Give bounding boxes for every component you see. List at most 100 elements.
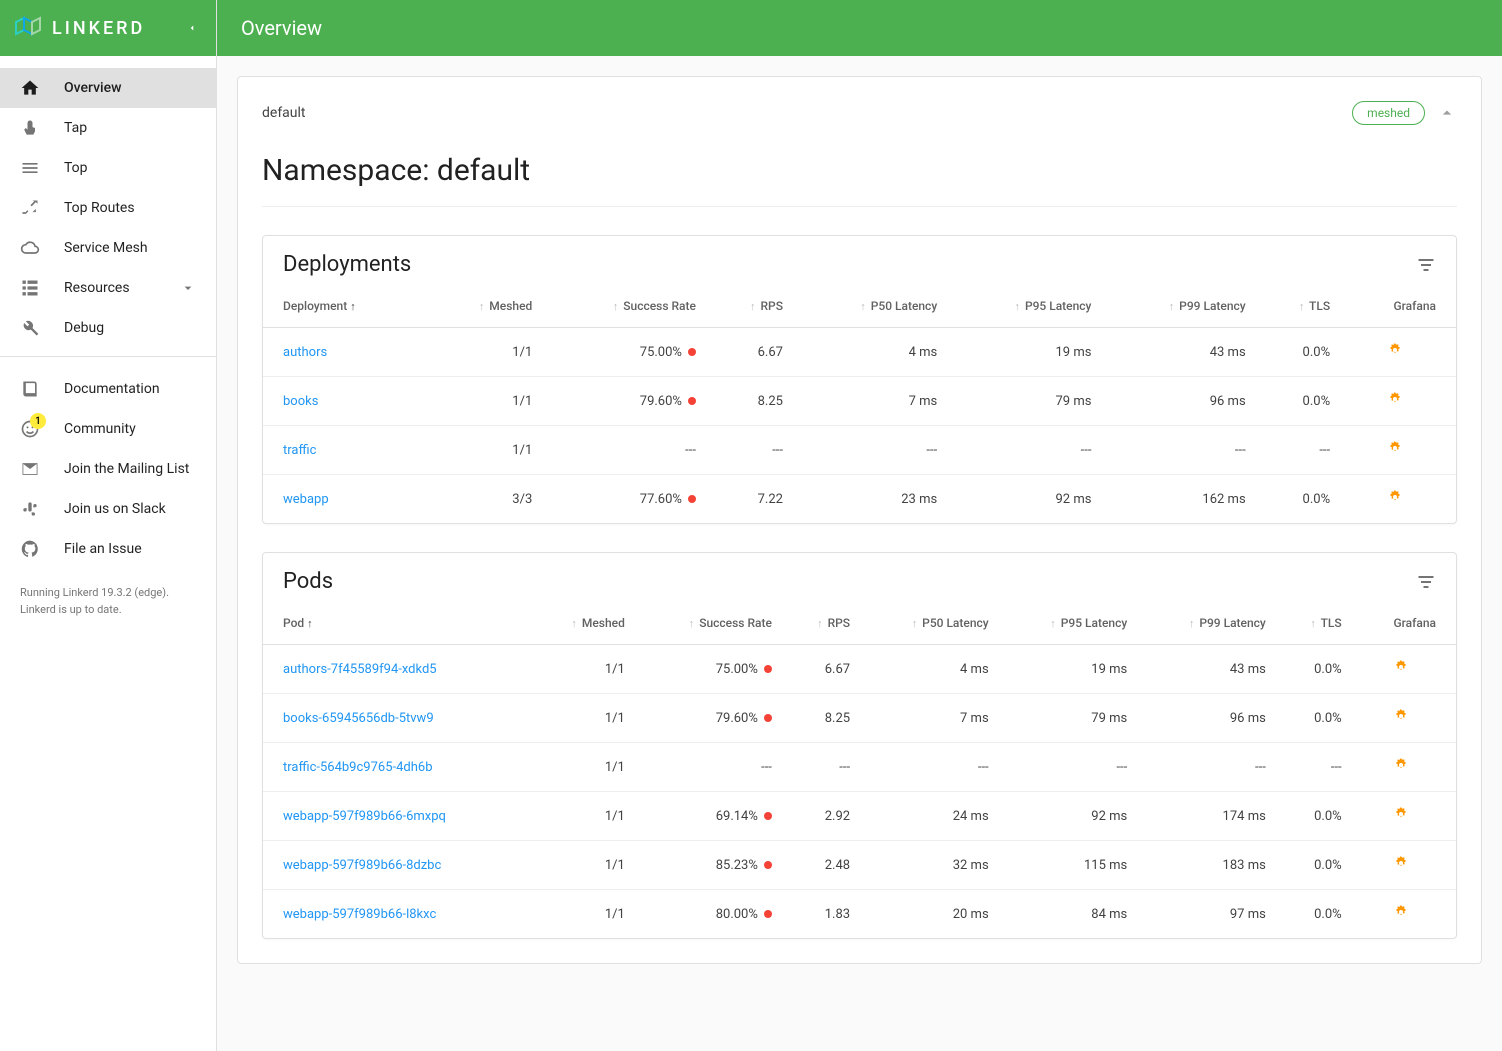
resource-link[interactable]: traffic: [283, 443, 316, 458]
pods-title: Pods: [283, 569, 1416, 594]
nav-item-overview[interactable]: Overview: [0, 68, 216, 108]
deployments-title: Deployments: [283, 252, 1416, 277]
grafana-icon[interactable]: [1393, 904, 1409, 920]
status-dot-icon: [764, 665, 772, 673]
nav-item-resources[interactable]: Resources: [0, 268, 216, 308]
resource-link[interactable]: authors-7f45589f94-xdkd5: [283, 662, 437, 677]
nav-label: Tap: [64, 120, 87, 136]
namespace-panel: default meshed Namespace: default Deploy…: [237, 76, 1482, 964]
status-dot-icon: [764, 910, 772, 918]
column-header[interactable]: ↑ Meshed: [531, 602, 637, 645]
chevron-down-icon: [180, 280, 196, 296]
filter-button[interactable]: [1416, 572, 1436, 592]
resource-link[interactable]: webapp-597f989b66-6mxpq: [283, 809, 446, 824]
status-dot-icon: [688, 495, 696, 503]
deployments-card: Deployments Deployment ↑↑ Meshed↑ Succes…: [262, 235, 1457, 524]
table-row: books-65945656db-5tvw91/179.60%8.257 ms7…: [263, 694, 1456, 743]
resource-link[interactable]: traffic-564b9c9765-4dh6b: [283, 760, 433, 775]
grafana-icon[interactable]: [1387, 342, 1403, 358]
resource-link[interactable]: webapp: [283, 492, 329, 507]
column-header[interactable]: ↑ RPS: [708, 285, 795, 328]
status-dot-icon: [688, 397, 696, 405]
column-header[interactable]: ↑ P50 Latency: [862, 602, 1001, 645]
meshed-badge: meshed: [1352, 101, 1425, 125]
nav-item-community[interactable]: 1 Community: [0, 409, 216, 449]
slack-icon: [20, 499, 40, 519]
column-header[interactable]: ↑ Meshed: [426, 285, 544, 328]
nav-item-documentation[interactable]: Documentation: [0, 369, 216, 409]
status-dot-icon: [688, 348, 696, 356]
wrench-icon: [20, 318, 40, 338]
nav-secondary: Documentation 1 Community Join the Maili…: [0, 365, 216, 569]
mail-icon: [20, 459, 40, 479]
column-header[interactable]: ↑ P95 Latency: [949, 285, 1103, 328]
grafana-icon[interactable]: [1393, 659, 1409, 675]
filter-button[interactable]: [1416, 255, 1436, 275]
sidebar: LINKERD Overview Tap Top Top Routes: [0, 0, 217, 1051]
logo[interactable]: LINKERD: [12, 12, 180, 44]
logo-text: LINKERD: [52, 18, 145, 39]
nav-label: Documentation: [64, 381, 160, 397]
cloud-icon: [20, 238, 40, 258]
table-row: traffic-564b9c9765-4dh6b1/1-------------…: [263, 743, 1456, 792]
column-header[interactable]: Grafana: [1342, 285, 1456, 328]
sidebar-collapse-button[interactable]: [180, 16, 204, 40]
column-header[interactable]: ↑ P95 Latency: [1001, 602, 1140, 645]
column-header[interactable]: Pod ↑: [263, 602, 531, 645]
grafana-icon[interactable]: [1387, 489, 1403, 505]
column-header[interactable]: ↑ P99 Latency: [1139, 602, 1278, 645]
grafana-icon[interactable]: [1393, 855, 1409, 871]
nav-item-top[interactable]: Top: [0, 148, 216, 188]
deployments-table: Deployment ↑↑ Meshed↑ Success Rate↑ RPS↑…: [263, 285, 1456, 523]
nav-item-debug[interactable]: Debug: [0, 308, 216, 348]
column-header[interactable]: ↑ RPS: [784, 602, 862, 645]
nav-label: Top: [64, 160, 88, 176]
nav-label: Community: [64, 421, 136, 437]
status-dot-icon: [764, 714, 772, 722]
column-header[interactable]: ↑ TLS: [1278, 602, 1354, 645]
column-header[interactable]: ↑ P99 Latency: [1103, 285, 1257, 328]
grafana-icon[interactable]: [1393, 708, 1409, 724]
nav-label: Overview: [64, 80, 121, 96]
column-header[interactable]: ↑ TLS: [1258, 285, 1342, 328]
community-badge: 1: [30, 413, 46, 429]
nav-item-tap[interactable]: Tap: [0, 108, 216, 148]
table-row: traffic1/1------------------: [263, 426, 1456, 475]
resource-link[interactable]: books-65945656db-5tvw9: [283, 711, 434, 726]
main: Overview default meshed Namespace: defau…: [217, 0, 1502, 1051]
grafana-icon[interactable]: [1393, 806, 1409, 822]
resource-link[interactable]: authors: [283, 345, 327, 360]
nav-item-top-routes[interactable]: Top Routes: [0, 188, 216, 228]
book-icon: [20, 379, 40, 399]
grafana-icon[interactable]: [1387, 440, 1403, 456]
resource-link[interactable]: webapp-597f989b66-8dzbc: [283, 858, 441, 873]
nav-item-service-mesh[interactable]: Service Mesh: [0, 228, 216, 268]
nav-item-mailing-list[interactable]: Join the Mailing List: [0, 449, 216, 489]
column-header[interactable]: Grafana: [1354, 602, 1456, 645]
collapse-panel-button[interactable]: [1437, 103, 1457, 123]
nav-divider: [0, 356, 216, 357]
nav-item-slack[interactable]: Join us on Slack: [0, 489, 216, 529]
status-dot-icon: [764, 861, 772, 869]
column-header[interactable]: ↑ P50 Latency: [795, 285, 949, 328]
column-header[interactable]: ↑ Success Rate: [637, 602, 784, 645]
grafana-icon[interactable]: [1393, 757, 1409, 773]
resource-link[interactable]: books: [283, 394, 318, 409]
table-row: books1/179.60%8.257 ms79 ms96 ms0.0%: [263, 377, 1456, 426]
resource-link[interactable]: webapp-597f989b66-l8kxc: [283, 907, 436, 922]
status-line: Linkerd is up to date.: [20, 602, 196, 619]
nav-label: File an Issue: [64, 541, 142, 557]
column-header[interactable]: Deployment ↑: [263, 285, 426, 328]
grafana-icon[interactable]: [1387, 391, 1403, 407]
page-title: Overview: [241, 16, 322, 40]
home-icon: [20, 78, 40, 98]
table-row: webapp-597f989b66-l8kxc1/180.00%1.8320 m…: [263, 890, 1456, 939]
breadcrumb: default: [262, 105, 1340, 121]
nav-label: Debug: [64, 320, 104, 336]
nav-label: Top Routes: [64, 200, 135, 216]
column-header[interactable]: ↑ Success Rate: [544, 285, 708, 328]
status-dot-icon: [764, 812, 772, 820]
nav-item-file-issue[interactable]: File an Issue: [0, 529, 216, 569]
grid-icon: [20, 278, 40, 298]
sidebar-header: LINKERD: [0, 0, 216, 56]
